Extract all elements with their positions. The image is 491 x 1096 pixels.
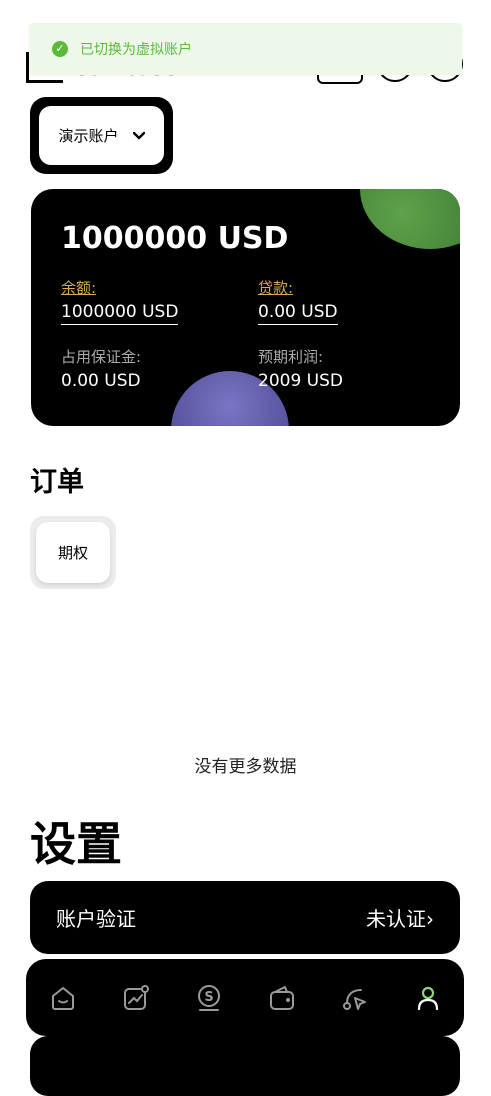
orders-title: 订单 <box>30 467 84 498</box>
account-selector-label: 演示账户 <box>58 127 119 145</box>
coin-icon[interactable]: S <box>189 978 229 1018</box>
svg-text:S: S <box>204 990 213 1005</box>
tab-options-label: 期权 <box>36 522 110 583</box>
settings-title: 设置 <box>30 817 122 871</box>
profit-label: 预期利润: <box>258 348 324 366</box>
verify-status: 未认证› <box>366 907 434 931</box>
loan-value: 0.00 USD <box>258 302 338 325</box>
account-selector[interactable]: 演示账户 <box>30 97 173 174</box>
empty-list-text: 没有更多数据 <box>194 757 297 777</box>
trade-icon[interactable] <box>335 978 375 1018</box>
loan-label[interactable]: 贷款: <box>258 277 293 298</box>
balance-card: 1000000 USD 余额: 1000000 USD 贷款: 0.00 USD… <box>31 189 460 426</box>
verify-label: 账户验证 <box>56 907 136 931</box>
check-circle-icon: ✓ <box>52 41 68 57</box>
balance-value: 1000000 USD <box>61 302 179 325</box>
chart-icon[interactable] <box>116 978 156 1018</box>
wallet-icon[interactable] <box>262 978 302 1018</box>
toast-message: 已切换为虚拟账户 <box>80 42 192 58</box>
home-icon[interactable] <box>43 978 83 1018</box>
bottom-tab-bar: S <box>26 959 464 1036</box>
balance-label[interactable]: 余额: <box>61 277 96 298</box>
margin-label: 占用保证金: <box>61 348 142 366</box>
total-balance: 1000000 USD <box>61 221 289 256</box>
user-icon[interactable] <box>408 978 448 1018</box>
account-verification-row[interactable]: 账户验证 未认证› <box>30 881 460 954</box>
margin-value: 0.00 USD <box>61 371 141 391</box>
success-toast: ✓ 已切换为虚拟账户 <box>29 23 462 75</box>
chevron-right-icon: › <box>426 907 434 931</box>
decor-blob-green <box>360 189 460 249</box>
profit-value: 2009 USD <box>258 371 343 391</box>
settings-row-next[interactable] <box>30 1036 460 1096</box>
chevron-down-icon <box>132 128 145 144</box>
tab-options[interactable]: 期权 <box>30 516 116 589</box>
